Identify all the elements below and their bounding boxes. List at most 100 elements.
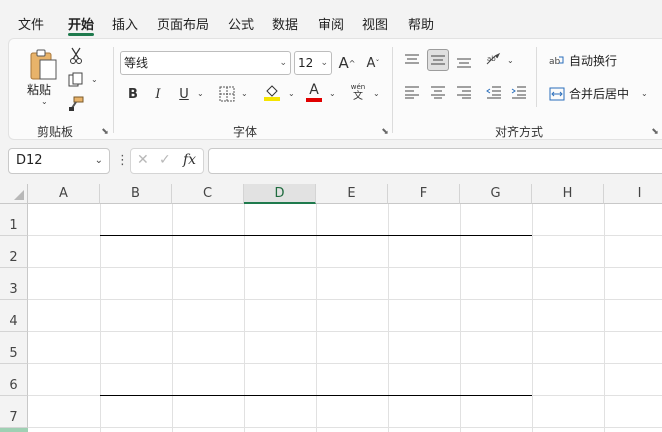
gridline <box>28 267 662 268</box>
font-color-icon[interactable]: A <box>303 81 325 103</box>
format-painter-icon[interactable] <box>65 93 87 115</box>
group-divider <box>113 47 114 133</box>
fill-color-chevron-icon[interactable]: ⌄ <box>288 89 295 98</box>
align-top-icon[interactable] <box>401 49 423 71</box>
gridline <box>100 204 101 432</box>
formula-input[interactable] <box>208 148 662 174</box>
cancel-icon[interactable]: ✕ <box>137 152 149 168</box>
fill-color-icon[interactable] <box>261 81 283 103</box>
menu-view[interactable]: 视图 <box>362 14 388 33</box>
gridline <box>28 299 662 300</box>
row-header[interactable]: 7 <box>0 396 28 428</box>
copy-icon[interactable] <box>65 69 87 91</box>
gridline <box>532 204 533 432</box>
group-divider <box>536 47 537 107</box>
wrap-text-button[interactable]: ab 自动换行 <box>549 52 617 69</box>
wrap-text-icon: ab <box>549 56 564 67</box>
font-size-select[interactable]: 12 ⌄ <box>294 51 332 75</box>
name-box[interactable]: D12 ⌄ <box>8 148 110 174</box>
merge-center-chevron-icon[interactable]: ⌄ <box>641 89 648 98</box>
decrease-font-size-icon[interactable]: Aˇ <box>362 52 384 74</box>
group-divider <box>392 47 393 133</box>
paste-dropdown-chevron-icon[interactable]: ⌄ <box>41 97 48 106</box>
align-middle-icon[interactable] <box>427 49 449 71</box>
menu-bar: 文件 开始 插入 页面布局 公式 数据 审阅 视图 帮助 <box>0 0 662 38</box>
font-color-chevron-icon[interactable]: ⌄ <box>329 89 336 98</box>
row-header[interactable]: 4 <box>0 300 28 332</box>
merge-center-button[interactable]: 合并后居中 <box>549 85 629 102</box>
column-header[interactable]: A <box>28 184 100 204</box>
alignment-launcher-icon[interactable]: ⬊ <box>650 127 660 137</box>
bold-button[interactable]: B <box>122 83 144 105</box>
menu-file[interactable]: 文件 <box>18 14 44 33</box>
gridline <box>172 204 173 432</box>
row-header[interactable]: 5 <box>0 332 28 364</box>
insert-function-icon[interactable]: fx <box>183 152 196 168</box>
menu-review[interactable]: 审阅 <box>318 14 344 33</box>
underline-chevron-icon[interactable]: ⌄ <box>197 89 204 98</box>
italic-button[interactable]: I <box>147 83 169 105</box>
align-left-icon[interactable] <box>401 81 423 103</box>
row-header[interactable]: 6 <box>0 364 28 396</box>
menu-page-layout[interactable]: 页面布局 <box>157 14 209 33</box>
font-name-select[interactable]: 等线 ⌄ <box>120 51 291 75</box>
column-header[interactable]: B <box>100 184 172 204</box>
orientation-icon[interactable]: ab <box>483 49 505 71</box>
gridline <box>244 204 245 432</box>
menu-home[interactable]: 开始 <box>68 14 94 33</box>
borders-icon[interactable] <box>216 83 238 105</box>
column-header[interactable]: E <box>316 184 388 204</box>
sheet-bottom-indicator <box>0 428 28 432</box>
name-box-value: D12 <box>16 153 43 168</box>
align-center-icon[interactable] <box>427 81 449 103</box>
active-tab-indicator <box>68 33 94 36</box>
clipboard-launcher-icon[interactable]: ⬊ <box>100 127 110 137</box>
svg-text:ab: ab <box>487 55 496 63</box>
font-name-chevron-icon: ⌄ <box>279 58 287 68</box>
cut-icon[interactable] <box>65 45 87 67</box>
formula-bar: D12 ⌄ ⋮ ✕ ✓ fx <box>0 140 662 184</box>
enter-icon[interactable]: ✓ <box>159 152 171 168</box>
merge-center-label: 合并后居中 <box>569 87 630 101</box>
borders-chevron-icon[interactable]: ⌄ <box>241 89 248 98</box>
column-header[interactable]: I <box>604 184 662 204</box>
column-header[interactable]: F <box>388 184 460 204</box>
copy-dropdown-chevron-icon[interactable]: ⌄ <box>91 75 98 84</box>
phonetic-guide-icon[interactable]: wén 文 <box>347 81 369 103</box>
gridline <box>28 427 662 428</box>
menu-data[interactable]: 数据 <box>272 14 298 33</box>
column-header[interactable]: H <box>532 184 604 204</box>
alignment-group-label: 对齐方式 <box>495 125 544 139</box>
ribbon: 粘贴 ⌄ ⌄ 剪贴板 ⬊ 等线 ⌄ 12 ⌄ A ^ Aˇ B I U ⌄ ⌄ ⌄… <box>8 38 662 140</box>
font-group-label: 字体 <box>233 125 258 139</box>
align-bottom-icon[interactable] <box>453 51 475 73</box>
underline-button[interactable]: U <box>173 83 195 105</box>
more-options-icon[interactable]: ⋮ <box>116 153 129 168</box>
column-header[interactable]: G <box>460 184 532 204</box>
increase-indent-icon[interactable] <box>508 81 530 103</box>
font-size-value: 12 <box>298 56 314 70</box>
phonetic-chevron-icon[interactable]: ⌄ <box>373 89 380 98</box>
decrease-indent-icon[interactable] <box>483 81 505 103</box>
gridline <box>604 204 605 432</box>
gridline <box>388 204 389 432</box>
increase-font-size-icon[interactable]: A ^ <box>336 52 358 74</box>
wrap-text-label: 自动换行 <box>569 54 618 68</box>
paste-label[interactable]: 粘贴 <box>27 81 51 98</box>
orientation-chevron-icon[interactable]: ⌄ <box>507 56 514 65</box>
row-header[interactable]: 3 <box>0 268 28 300</box>
clipboard-group-label: 剪贴板 <box>37 125 74 139</box>
name-box-chevron-icon: ⌄ <box>94 155 103 166</box>
column-header[interactable]: C <box>172 184 244 204</box>
gridline <box>460 204 461 432</box>
align-right-icon[interactable] <box>453 81 475 103</box>
select-all-corner[interactable] <box>0 184 28 204</box>
row-header[interactable]: 2 <box>0 236 28 268</box>
menu-help[interactable]: 帮助 <box>408 14 434 33</box>
column-header-selected[interactable]: D <box>244 184 316 204</box>
paste-icon <box>30 49 57 80</box>
row-header[interactable]: 1 <box>0 204 28 236</box>
menu-insert[interactable]: 插入 <box>112 14 138 33</box>
font-launcher-icon[interactable]: ⬊ <box>380 127 390 137</box>
menu-formulas[interactable]: 公式 <box>228 14 254 33</box>
